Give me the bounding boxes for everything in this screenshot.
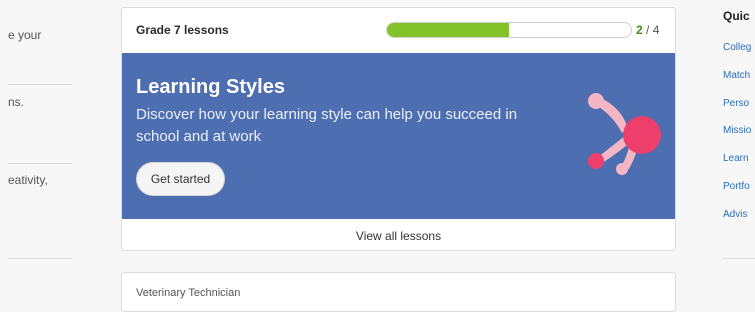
- quick-link-item[interactable]: Missio: [723, 125, 751, 136]
- quick-link-item[interactable]: Colleg: [723, 42, 751, 53]
- lessons-completed-count: 2: [636, 23, 643, 37]
- quick-link-item[interactable]: Perso: [723, 98, 749, 109]
- get-started-button[interactable]: Get started: [136, 162, 225, 196]
- lesson-banner: Learning Styles Discover how your learni…: [122, 53, 675, 219]
- career-card-title: Veterinary Technician: [136, 287, 241, 299]
- left-text-snippet: ns.: [8, 95, 25, 109]
- quick-link-item[interactable]: Learn: [723, 153, 749, 164]
- quick-links-panel: Quic Colleg Match Perso Missio Learn Por…: [723, 0, 755, 294]
- left-text-snippet: eativity,: [8, 173, 48, 187]
- lesson-banner-title: Learning Styles: [136, 76, 285, 98]
- left-text-snippet: e your: [8, 28, 42, 42]
- lessons-card-title: Grade 7 lessons: [136, 23, 229, 37]
- divider: [723, 258, 755, 259]
- left-column: e your ns. eativity,: [0, 0, 72, 294]
- quick-link-item[interactable]: Advis: [723, 209, 747, 220]
- divider: [8, 84, 72, 85]
- divider: [8, 163, 72, 164]
- lessons-progress-bar: [386, 22, 632, 38]
- quick-link-item[interactable]: Match: [723, 70, 750, 81]
- career-card[interactable]: Veterinary Technician: [121, 272, 676, 312]
- learning-styles-illustration: [588, 93, 661, 175]
- lessons-card: Grade 7 lessons 2 / 4 Learning Styles Di…: [121, 7, 676, 251]
- view-all-lessons-link[interactable]: View all lessons: [122, 219, 675, 250]
- divider: [8, 258, 72, 259]
- quick-links-heading: Quic: [723, 9, 750, 23]
- quick-link-item[interactable]: Portfo: [723, 181, 750, 192]
- lesson-banner-description: Discover how your learning style can hel…: [136, 106, 518, 145]
- lessons-progress-fill: [387, 23, 509, 37]
- lessons-card-header: Grade 7 lessons 2 / 4: [122, 8, 675, 53]
- lessons-progress-count: 2 / 4: [636, 23, 659, 37]
- lessons-total-count: / 4: [646, 23, 660, 37]
